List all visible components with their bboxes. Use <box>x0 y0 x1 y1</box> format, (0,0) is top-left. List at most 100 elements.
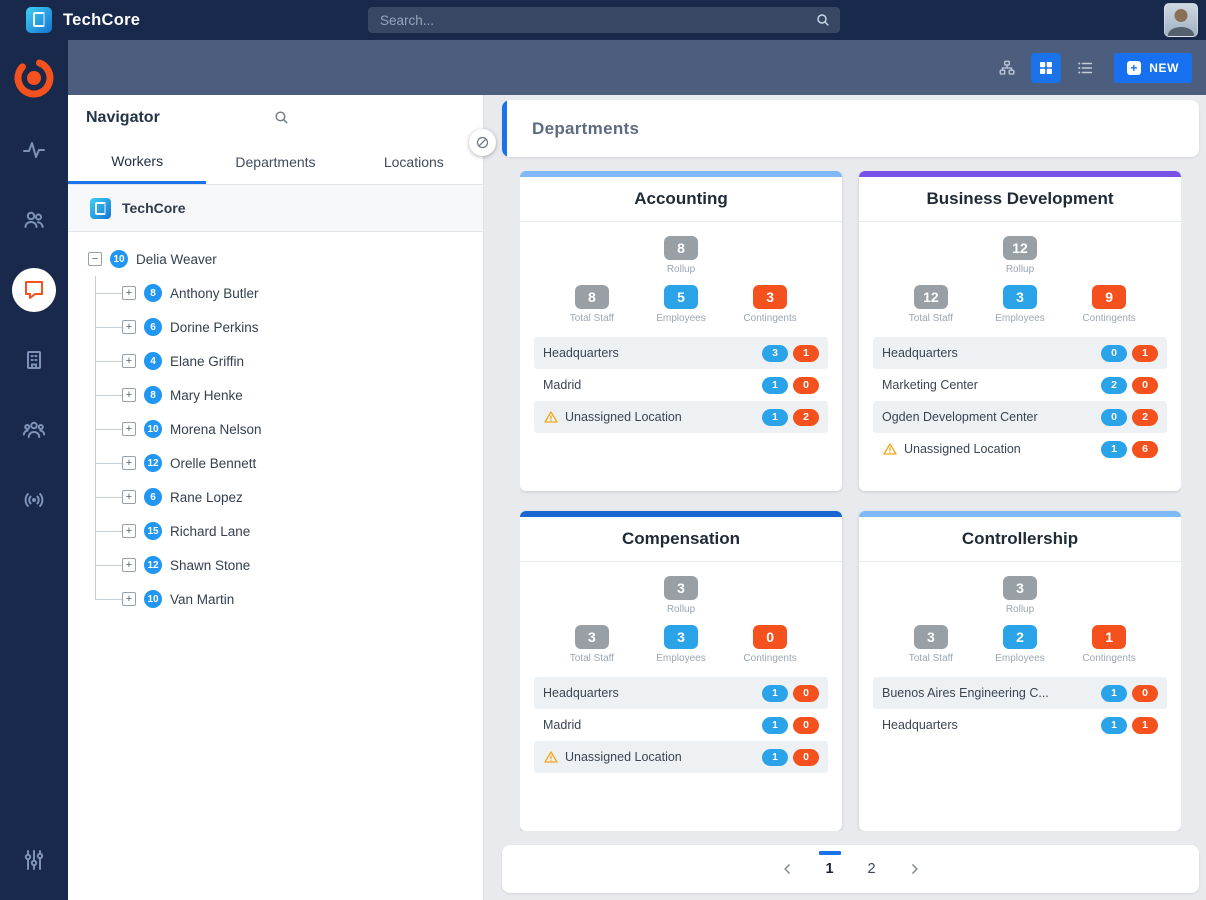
location-row[interactable]: Headquarters 1 1 <box>873 709 1167 741</box>
employees-count: 3 <box>1002 285 1037 309</box>
total-staff-stat: 3 Total Staff <box>887 625 975 664</box>
global-search <box>368 7 840 33</box>
search-input[interactable] <box>368 7 840 33</box>
location-employees-count: 0 <box>1101 408 1127 426</box>
tab-workers[interactable]: Workers <box>68 140 207 184</box>
location-row[interactable]: Headquarters 3 1 <box>534 337 828 369</box>
page-button-2[interactable]: 2 <box>859 854 885 884</box>
expand-button[interactable]: + <box>122 388 136 402</box>
contingents-stat: 3 Contingents <box>726 285 814 324</box>
department-title[interactable]: Compensation <box>520 517 842 562</box>
worker-name[interactable]: Rane Lopez <box>170 490 243 505</box>
rollup-stat: 12 Rollup <box>873 236 1167 275</box>
location-contingents-count: 1 <box>1132 716 1158 734</box>
page-list: 12 <box>817 851 885 884</box>
worker-name[interactable]: Shawn Stone <box>170 558 250 573</box>
new-button[interactable]: + NEW <box>1114 52 1192 83</box>
location-row[interactable]: Unassigned Location 1 2 <box>534 401 828 433</box>
broadcast-icon[interactable] <box>12 478 56 522</box>
navigator-search-icon[interactable] <box>273 109 290 126</box>
location-row[interactable]: Unassigned Location 1 6 <box>873 433 1167 465</box>
tab-locations[interactable]: Locations <box>345 140 483 184</box>
collapse-button[interactable]: − <box>88 252 102 266</box>
prev-page-button[interactable] <box>775 854 801 884</box>
search-icon[interactable] <box>815 12 831 28</box>
people-icon[interactable] <box>12 198 56 242</box>
brand-name: TechCore <box>63 10 141 29</box>
main-content: Departments Accounting 8 Rollup 8 Total … <box>484 95 1206 900</box>
filters-icon[interactable] <box>12 838 56 882</box>
employees-label: Employees <box>656 313 706 324</box>
worker-name[interactable]: Richard Lane <box>170 524 250 539</box>
worker-name[interactable]: Delia Weaver <box>136 252 217 267</box>
panel-resize-handle[interactable] <box>469 129 496 156</box>
worker-name[interactable]: Elane Griffin <box>170 354 244 369</box>
expand-button[interactable]: + <box>122 456 136 470</box>
location-employees-count: 1 <box>762 376 788 394</box>
location-row[interactable]: Ogden Development Center 0 2 <box>873 401 1167 433</box>
brand[interactable]: TechCore <box>26 7 140 33</box>
company-row[interactable]: TechCore <box>68 185 483 232</box>
expand-button[interactable]: + <box>122 490 136 504</box>
rollup-label: Rollup <box>666 604 696 615</box>
org-chart-view-button[interactable] <box>992 53 1022 83</box>
list-view-button[interactable] <box>1070 53 1100 83</box>
page-button-1[interactable]: 1 <box>817 851 843 884</box>
tree-item: + 10 Morena Nelson <box>95 412 483 446</box>
worker-name[interactable]: Morena Nelson <box>170 422 262 437</box>
tab-departments[interactable]: Departments <box>206 140 344 184</box>
location-row[interactable]: Unassigned Location 1 0 <box>534 741 828 773</box>
rollup-count: 3 <box>664 576 698 600</box>
worker-name[interactable]: Dorine Perkins <box>170 320 259 335</box>
location-employees-count: 3 <box>762 344 788 362</box>
rollup-stat: 8 Rollup <box>534 236 828 275</box>
worker-name[interactable]: Anthony Butler <box>170 286 259 301</box>
location-contingents-count: 6 <box>1132 440 1158 458</box>
expand-button[interactable]: + <box>122 286 136 300</box>
location-row[interactable]: Headquarters 1 0 <box>534 677 828 709</box>
company-logo-icon[interactable] <box>10 54 58 102</box>
location-row[interactable]: Madrid 1 0 <box>534 709 828 741</box>
tree-item: + 6 Dorine Perkins <box>95 310 483 344</box>
worker-name[interactable]: Van Martin <box>170 592 234 607</box>
worker-name[interactable]: Mary Henke <box>170 388 243 403</box>
expand-button[interactable]: + <box>122 592 136 606</box>
total-staff-label: Total Staff <box>908 653 954 664</box>
subordinate-count-badge: 10 <box>144 590 162 608</box>
building-icon[interactable] <box>12 338 56 382</box>
activity-icon[interactable] <box>12 128 56 172</box>
expand-button[interactable]: + <box>122 524 136 538</box>
next-page-button[interactable] <box>901 854 927 884</box>
tree-item: + 10 Van Martin <box>95 582 483 616</box>
expand-button[interactable]: + <box>122 558 136 572</box>
topbar: TechCore <box>0 0 1206 40</box>
worker-name[interactable]: Orelle Bennett <box>170 456 256 471</box>
expand-button[interactable]: + <box>122 320 136 334</box>
location-row[interactable]: Buenos Aires Engineering C... 1 0 <box>873 677 1167 709</box>
company-logo-small-icon <box>90 197 111 219</box>
team-icon[interactable] <box>12 408 56 452</box>
expand-button[interactable]: + <box>122 422 136 436</box>
location-name: Headquarters <box>543 686 619 700</box>
user-avatar[interactable] <box>1164 3 1198 37</box>
location-row[interactable]: Marketing Center 2 0 <box>873 369 1167 401</box>
contingents-stat: 0 Contingents <box>726 625 814 664</box>
rollup-label: Rollup <box>1005 604 1035 615</box>
department-title[interactable]: Business Development <box>859 177 1181 222</box>
rollup-count: 8 <box>664 236 698 260</box>
grid-view-button[interactable] <box>1031 52 1062 83</box>
messages-icon[interactable] <box>12 268 56 312</box>
contingents-label: Contingents <box>1082 653 1136 664</box>
location-row[interactable]: Headquarters 0 1 <box>873 337 1167 369</box>
total-staff-stat: 8 Total Staff <box>548 285 636 324</box>
tree-children: + 8 Anthony Butler + 6 Dorine Perkins + … <box>95 276 483 616</box>
location-contingents-count: 0 <box>1132 684 1158 702</box>
department-title[interactable]: Controllership <box>859 517 1181 562</box>
expand-button[interactable]: + <box>122 354 136 368</box>
tree-item: + 12 Shawn Stone <box>95 548 483 582</box>
rollup-count: 12 <box>1003 236 1037 260</box>
card-body: 3 Rollup 3 Total Staff 2 Employees 1 Con… <box>859 562 1181 751</box>
contingents-label: Contingents <box>743 313 797 324</box>
location-row[interactable]: Madrid 1 0 <box>534 369 828 401</box>
department-title[interactable]: Accounting <box>520 177 842 222</box>
